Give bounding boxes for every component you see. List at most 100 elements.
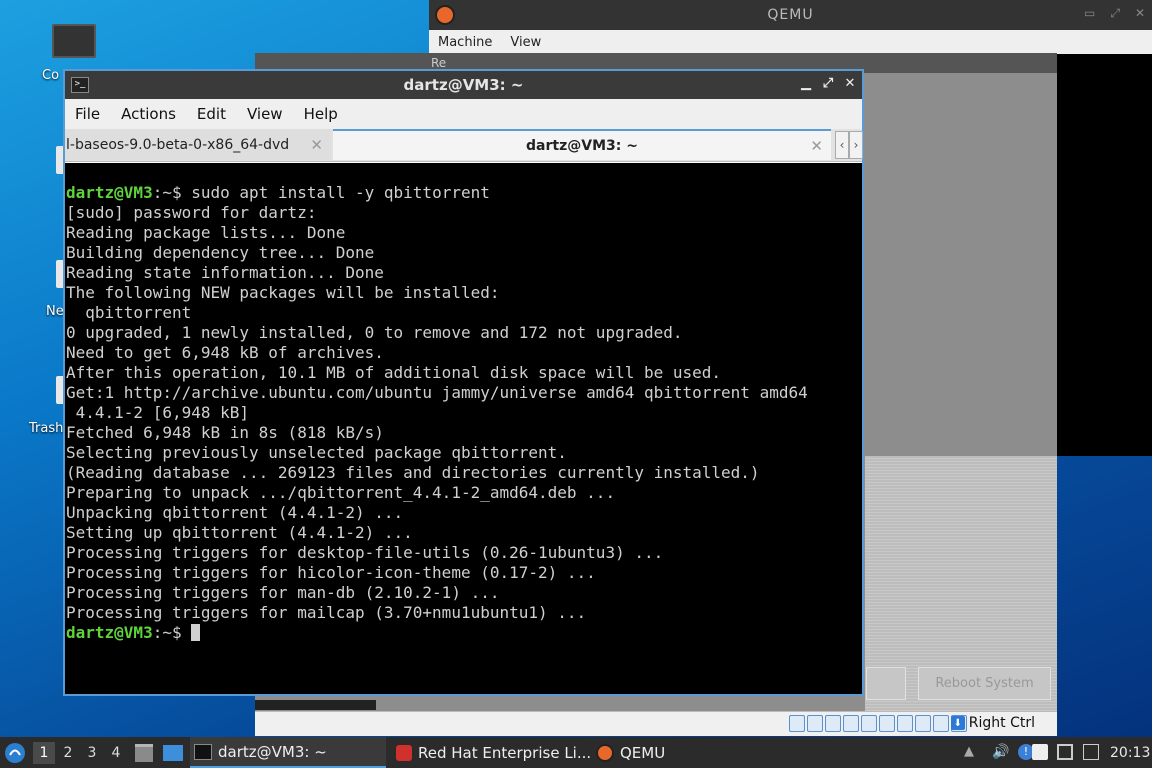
- tray-up-arrow-icon[interactable]: ▲: [964, 744, 980, 760]
- usb-icon[interactable]: [861, 715, 877, 732]
- output-line: Selecting previously unselected package …: [66, 443, 567, 462]
- qemu-menubar: Machine View: [429, 30, 1152, 54]
- harddisk-icon[interactable]: [789, 715, 805, 732]
- host-key-label: Right Ctrl: [968, 715, 1035, 731]
- reboot-system-button[interactable]: Reboot System: [918, 667, 1051, 700]
- cpu-icon[interactable]: [933, 715, 949, 732]
- menu-file[interactable]: File: [75, 105, 100, 123]
- tab-dartz-vm3[interactable]: dartz@VM3: ~ ✕: [333, 129, 831, 160]
- minimize-icon[interactable]: ▭: [1084, 6, 1096, 21]
- output-line: Processing triggers for mailcap (3.70+nm…: [66, 603, 587, 622]
- terminal-tabbar: l-baseos-9.0-beta-0-x86_64-dvd ✕ dartz@V…: [65, 129, 863, 162]
- qemu-titlebar[interactable]: QEMU ▭ ⤢ ✕: [429, 0, 1152, 30]
- clipboard-icon[interactable]: [1032, 744, 1048, 760]
- qemu-logo-icon: [596, 743, 614, 762]
- folder-icon: [135, 743, 153, 762]
- desktop-icon-label: Trash: [29, 421, 64, 436]
- output-line: After this operation, 10.1 MB of additio…: [66, 363, 722, 382]
- close-icon[interactable]: ✕: [810, 137, 823, 155]
- recording-icon[interactable]: [915, 715, 931, 732]
- redhat-icon: [396, 744, 412, 761]
- qemu-logo-icon: [435, 5, 455, 25]
- output-line: 0 upgraded, 1 newly installed, 0 to remo…: [66, 323, 683, 342]
- start-menu-button[interactable]: [4, 737, 26, 768]
- qemu-title: QEMU: [767, 7, 814, 23]
- optical-drive-icon[interactable]: [807, 715, 823, 732]
- maximize-icon[interactable]: ⤢: [1110, 6, 1121, 21]
- output-line: Setting up qbittorrent (4.4.1-2) ...: [66, 523, 413, 542]
- file-manager-launcher[interactable]: [135, 737, 153, 768]
- redhat-title-fragment: Re: [431, 56, 447, 70]
- vm-hidden-button[interactable]: [866, 667, 906, 700]
- redhat-vm-statusbar: ⬇ Right Ctrl: [255, 711, 1057, 736]
- vm-status-icons: [789, 715, 967, 732]
- output-line: Reading state information... Done: [66, 263, 384, 282]
- battery-icon[interactable]: [1083, 744, 1099, 760]
- host-key-indicator: ⬇ Right Ctrl: [950, 715, 1035, 731]
- menu-help[interactable]: Help: [304, 105, 338, 123]
- close-icon[interactable]: ✕: [842, 75, 858, 93]
- maximize-icon[interactable]: ⤢: [820, 75, 836, 93]
- workspace-3[interactable]: 3: [81, 742, 103, 764]
- output-line: (Reading database ... 269123 files and d…: [66, 463, 760, 482]
- audio-icon[interactable]: [825, 715, 841, 732]
- output-lines: [sudo] password for dartz: Reading packag…: [66, 203, 862, 623]
- terminal-window: >_ dartz@VM3: ~ ▁ ⤢ ✕ File Actions Edit …: [63, 69, 864, 696]
- output-line: Building dependency tree... Done: [66, 243, 375, 262]
- terminal-window-controls: ▁ ⤢ ✕: [798, 75, 858, 93]
- desktop-icon: [163, 744, 183, 761]
- close-icon[interactable]: ✕: [310, 136, 323, 154]
- taskbar: 1 2 3 4 dartz@VM3: ~ Red Hat Enterprise …: [0, 737, 1152, 768]
- workspace-1[interactable]: 1: [33, 742, 55, 764]
- close-icon[interactable]: ✕: [1135, 6, 1146, 21]
- desktop-icon-trash[interactable]: Trash: [29, 421, 63, 436]
- network-tray-icon[interactable]: [1057, 744, 1073, 760]
- output-line: Processing triggers for man-db (2.10.2-1…: [66, 583, 500, 602]
- computer-icon: [52, 24, 96, 58]
- qemu-window-controls: ▭ ⤢ ✕: [1084, 6, 1146, 21]
- output-line: 4.4.1-2 [6,948 kB]: [66, 403, 250, 422]
- qemu-menu-view[interactable]: View: [510, 35, 541, 50]
- task-qemu[interactable]: QEMU: [596, 737, 665, 768]
- terminal-menubar: File Actions Edit View Help: [65, 99, 862, 129]
- output-line: Processing triggers for hicolor-icon-the…: [66, 563, 596, 582]
- shared-folder-icon[interactable]: [879, 715, 895, 732]
- task-label: Red Hat Enterprise Li...: [418, 743, 592, 762]
- tab-scroll-left-button[interactable]: ‹: [835, 131, 849, 159]
- volume-icon[interactable]: 🔊: [992, 744, 1009, 760]
- prompt-path: :~$: [152, 183, 182, 202]
- workspace-4[interactable]: 4: [105, 742, 127, 764]
- output-line: Fetched 6,948 kB in 8s (818 kB/s): [66, 423, 384, 442]
- show-desktop-launcher[interactable]: [163, 737, 183, 768]
- output-line: Processing triggers for desktop-file-uti…: [66, 543, 664, 562]
- output-line: Unpacking qbittorrent (4.4.1-2) ...: [66, 503, 404, 522]
- minimize-icon[interactable]: ▁: [798, 75, 814, 93]
- desktop-icon-network[interactable]: Ne: [46, 304, 64, 319]
- tab-baseos-dvd[interactable]: l-baseos-9.0-beta-0-x86_64-dvd ✕: [65, 129, 331, 160]
- prompt-user: dartz@VM3: [66, 183, 153, 202]
- desktop-icon-label: Ne: [46, 304, 64, 319]
- workspace-2[interactable]: 2: [57, 742, 79, 764]
- menu-view[interactable]: View: [247, 105, 283, 123]
- task-label: dartz@VM3: ~: [218, 742, 327, 761]
- terminal-titlebar[interactable]: >_ dartz@VM3: ~ ▁ ⤢ ✕: [65, 71, 862, 99]
- display-icon[interactable]: [897, 715, 913, 732]
- prompt-user: dartz@VM3: [66, 623, 153, 642]
- task-terminal[interactable]: dartz@VM3: ~: [190, 737, 386, 768]
- output-line: Preparing to unpack .../qbittorrent_4.4.…: [66, 483, 616, 502]
- clock[interactable]: 20:13: [1110, 737, 1150, 768]
- output-line: Get:1 http://archive.ubuntu.com/ubuntu j…: [66, 383, 808, 402]
- tab-scroll-right-button[interactable]: ›: [849, 131, 863, 159]
- terminal-output[interactable]: dartz@VM3:~$ sudo apt install -y qbittor…: [65, 163, 862, 694]
- output-line: Need to get 6,948 kB of archives.: [66, 343, 384, 362]
- output-line: qbittorrent: [66, 303, 192, 322]
- vm-progress-bar: [255, 700, 376, 710]
- network-icon[interactable]: [843, 715, 859, 732]
- menu-actions[interactable]: Actions: [121, 105, 176, 123]
- task-label: QEMU: [620, 743, 666, 762]
- prompt-path: :~$: [152, 623, 182, 642]
- terminal-icon: [194, 743, 212, 760]
- task-redhat-vm[interactable]: Red Hat Enterprise Li...: [396, 737, 591, 768]
- menu-edit[interactable]: Edit: [197, 105, 226, 123]
- qemu-menu-machine[interactable]: Machine: [438, 35, 492, 50]
